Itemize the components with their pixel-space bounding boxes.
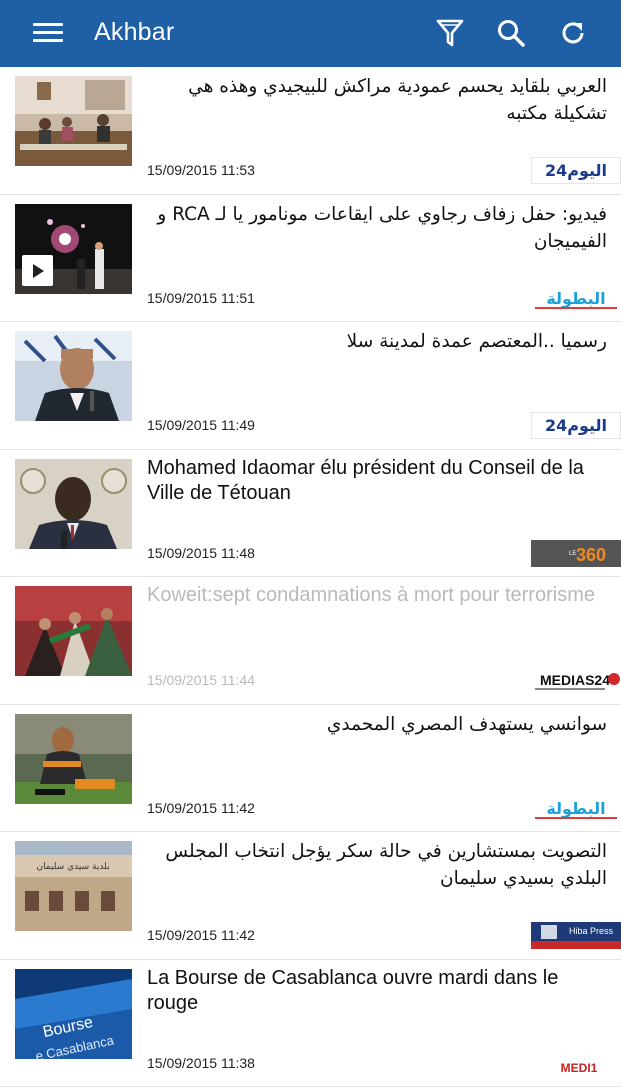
news-item[interactable]: رسميا ..المعتصم عمدة لمدينة سلا 15/09/201… [0,322,621,450]
svg-text:بلدية سيدي سليمان: بلدية سيدي سليمان [36,862,109,872]
news-item[interactable]: Boursee Casablanca La Bourse de Casablanc… [0,960,621,1087]
svg-text:LE: LE [569,551,576,557]
refresh-icon[interactable] [556,16,590,50]
news-item[interactable]: بلدية سيدي سليمان التصويت بمستشارين في حا… [0,832,621,960]
svg-text:MEDI1: MEDI1 [561,1061,598,1075]
app-title: Akhbar [94,18,174,47]
source-logo-le360: 360LE [531,540,621,567]
play-icon[interactable] [22,255,53,286]
news-timestamp: 15/09/2015 11:49 [147,417,255,433]
news-timestamp: 15/09/2015 11:44 [147,672,255,688]
filter-icon[interactable] [433,16,467,50]
news-timestamp: 15/09/2015 11:53 [147,162,255,178]
source-logo-medi1: MEDI1 [531,1050,621,1077]
svg-text:اليوم24: اليوم24 [545,161,607,180]
news-headline: Koweit:sept condamnations à mort pour te… [147,583,607,608]
svg-text:اليوم24: اليوم24 [545,416,607,435]
news-timestamp: 15/09/2015 11:51 [147,290,255,306]
svg-text:360: 360 [576,545,606,565]
source-logo-medias24: MEDIAS24 [531,667,621,694]
source-logo-hibapress: Hiba Press [531,922,621,949]
news-thumbnail: بلدية سيدي سليمان [15,841,132,931]
news-item[interactable]: Mohamed Idaomar élu président du Conseil… [0,450,621,578]
search-icon[interactable] [494,16,528,50]
news-thumbnail [15,204,132,294]
news-feed: العربي بلقايد يحسم عمودية مراكش للبيجيدي… [0,67,621,1087]
news-thumbnail [15,586,132,676]
news-timestamp: 15/09/2015 11:42 [147,927,255,943]
app-bar: Akhbar [0,0,621,67]
news-headline: التصويت بمستشارين في حالة سكر يؤجل انتخا… [147,838,607,892]
news-timestamp: 15/09/2015 11:48 [147,545,255,561]
news-timestamp: 15/09/2015 11:42 [147,800,255,816]
svg-text:Hiba Press: Hiba Press [569,926,614,936]
news-thumbnail: Boursee Casablanca [15,969,132,1059]
news-headline: فيديو: حفل زفاف رجاوي على ايقاعات مونامو… [147,201,607,255]
source-logo-elbotola: البطولة [531,285,621,312]
news-item[interactable]: فيديو: حفل زفاف رجاوي على ايقاعات مونامو… [0,195,621,323]
source-logo-elbotola: البطولة [531,795,621,822]
news-item[interactable]: Koweit:sept condamnations à mort pour te… [0,577,621,705]
source-logo-alyaoum24: اليوم24 [531,412,621,439]
news-headline: La Bourse de Casablanca ouvre mardi dans… [147,966,607,1016]
news-thumbnail [15,459,132,549]
news-headline: العربي بلقايد يحسم عمودية مراكش للبيجيدي… [147,73,607,127]
svg-text:البطولة: البطولة [546,289,605,308]
news-headline: رسميا ..المعتصم عمدة لمدينة سلا [147,328,607,355]
menu-icon[interactable] [33,20,63,46]
news-headline: سوانسي يستهدف المصري المحمدي [147,711,607,738]
news-headline: Mohamed Idaomar élu président du Conseil… [147,456,607,506]
source-logo-alyaoum24: اليوم24 [531,157,621,184]
news-thumbnail [15,714,132,804]
news-item[interactable]: العربي بلقايد يحسم عمودية مراكش للبيجيدي… [0,67,621,195]
news-thumbnail [15,76,132,166]
svg-text:البطولة: البطولة [546,799,605,818]
news-thumbnail [15,331,132,421]
svg-text:MEDIAS24: MEDIAS24 [540,672,610,688]
news-item[interactable]: سوانسي يستهدف المصري المحمدي 15/09/2015 1… [0,705,621,833]
news-timestamp: 15/09/2015 11:38 [147,1055,255,1071]
